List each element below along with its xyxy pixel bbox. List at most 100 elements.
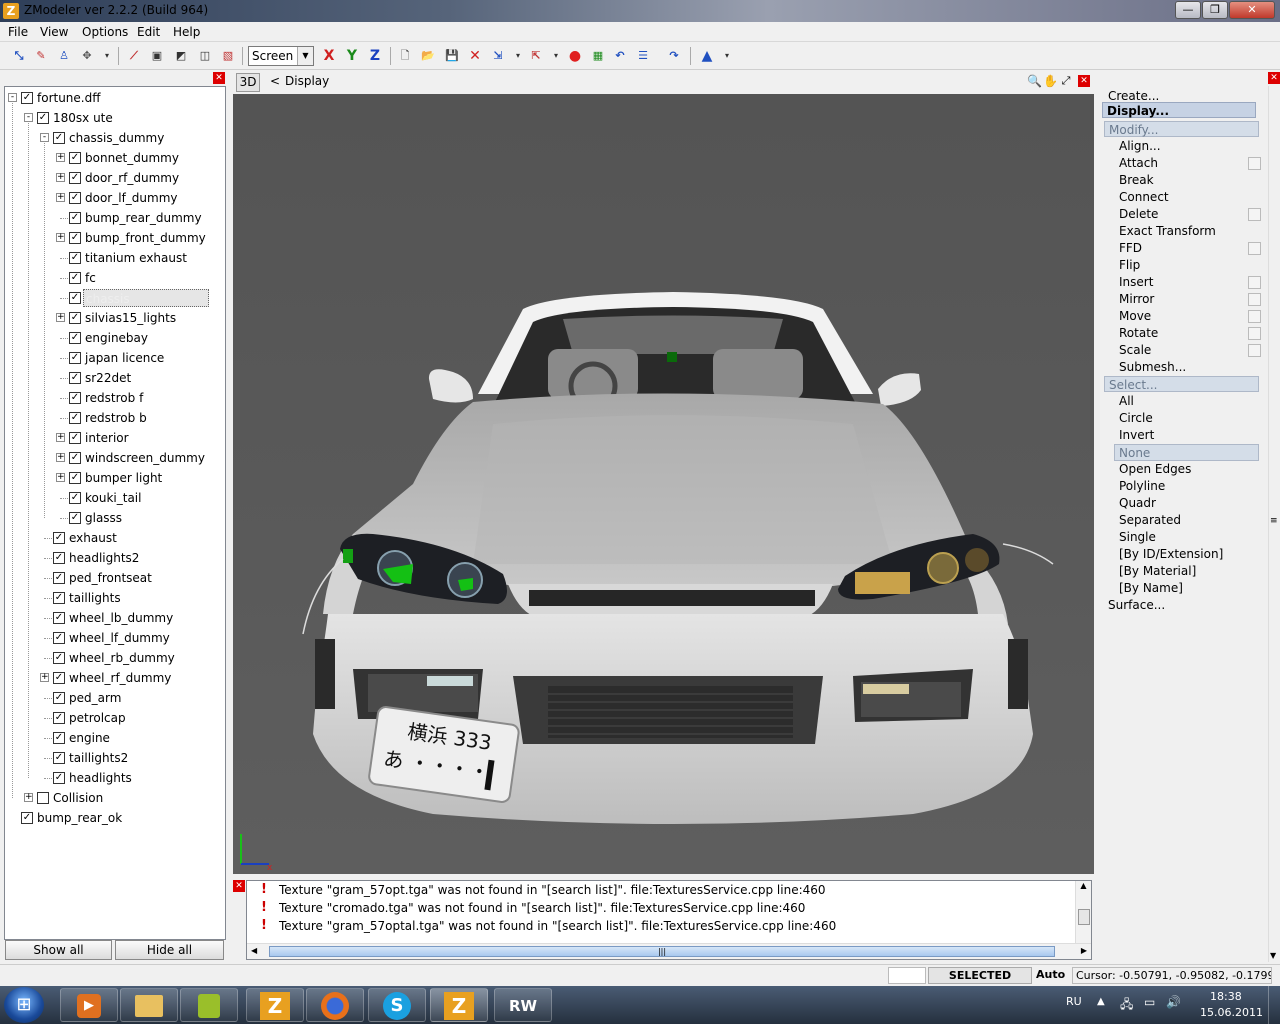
zmodeler-task-2[interactable]: Z (430, 988, 488, 1022)
visibility-checkbox[interactable] (37, 792, 49, 804)
log-vertical-scrollbar[interactable]: ▲ (1075, 881, 1091, 943)
visibility-checkbox[interactable]: ✓ (69, 412, 81, 424)
undo-icon[interactable]: ↶ (611, 47, 629, 65)
maximize-button[interactable]: ❐ (1202, 1, 1228, 19)
show-desktop-button[interactable] (1268, 986, 1280, 1024)
expand-icon[interactable]: + (56, 433, 65, 442)
scroll-thumb[interactable]: ||| (269, 946, 1055, 957)
cmd-display[interactable]: Display... (1102, 102, 1256, 118)
visibility-checkbox[interactable]: ✓ (53, 732, 65, 744)
3d-viewport[interactable]: 横浜 333 あ ・・・・ x (233, 94, 1094, 874)
modify-command[interactable]: Delete (1119, 206, 1158, 223)
modify-command[interactable]: Scale (1119, 342, 1151, 359)
tree-node[interactable]: + ✓ door_lf_dummy (56, 189, 220, 207)
expand-icon[interactable]: + (24, 793, 33, 802)
language-indicator[interactable]: RU (1066, 995, 1082, 1008)
volume-icon[interactable]: 🔊 (1166, 995, 1181, 1009)
visibility-checkbox[interactable]: ✓ (69, 512, 81, 524)
vertex-mode-icon[interactable]: ⟋ (125, 47, 143, 65)
move-tool-icon[interactable]: ✥ (78, 47, 96, 65)
minimize-button[interactable]: — (1175, 1, 1201, 19)
modify-command[interactable]: Align... (1119, 138, 1161, 155)
menu-edit[interactable]: Edit (137, 25, 160, 39)
scroll-up-icon[interactable]: ▲ (1076, 881, 1091, 890)
tool-dropdown-icon[interactable]: ▾ (98, 47, 116, 65)
select-command[interactable]: Separated (1119, 512, 1181, 529)
tree-node[interactable]: + ✓ wheel_rf_dummy (40, 669, 220, 687)
media-player-task[interactable]: ▶ (60, 988, 118, 1022)
modify-command[interactable]: Break (1119, 172, 1154, 189)
object-mode-icon[interactable]: ◫ (196, 47, 214, 65)
cmd-surface[interactable]: Surface... (1108, 597, 1165, 614)
pan-hand-icon[interactable]: ✋ (1043, 74, 1058, 88)
axis-x-toggle[interactable]: X (320, 47, 338, 65)
modify-command[interactable]: Exact Transform (1119, 223, 1216, 240)
gta-tool-task[interactable] (180, 988, 238, 1022)
menu-options[interactable]: Options (82, 25, 128, 39)
modify-command[interactable]: Connect (1119, 189, 1169, 206)
expand-icon[interactable]: + (40, 673, 49, 682)
modify-command[interactable]: Mirror (1119, 291, 1154, 308)
collapse-icon[interactable]: - (40, 133, 49, 142)
tab-3d[interactable]: 3D (236, 73, 260, 92)
tree-node[interactable]: ✓ fc (56, 269, 220, 287)
tree-node[interactable]: - ✓ fortune.dff (8, 89, 220, 107)
redo-icon[interactable]: ↷ (665, 47, 683, 65)
visibility-checkbox[interactable]: ✓ (37, 112, 49, 124)
tree-node[interactable]: ✓ bump_rear_ok (8, 809, 220, 827)
tree-node[interactable]: + ✓ windscreen_dummy (56, 449, 220, 467)
tree-node[interactable]: ✓ japan licence (56, 349, 220, 367)
object-select-icon[interactable]: ▧ (219, 47, 237, 65)
save-icon[interactable]: 💾 (443, 47, 461, 65)
auto-indicator[interactable]: Auto (1036, 968, 1065, 981)
close-viewport-icon[interactable]: ✕ (1078, 75, 1090, 87)
tree-node[interactable]: ✓ wheel_lb_dummy (40, 609, 220, 627)
visibility-checkbox[interactable]: ✓ (69, 352, 81, 364)
visibility-checkbox[interactable]: ✓ (53, 652, 65, 664)
modify-command[interactable]: Attach (1119, 155, 1158, 172)
modify-command[interactable]: Move (1119, 308, 1151, 325)
select-vertex-icon[interactable]: ⤡ (10, 47, 28, 65)
expand-icon[interactable]: + (56, 153, 65, 162)
log-horizontal-scrollbar[interactable]: ◀ ||| ▶ (247, 943, 1091, 959)
visibility-checkbox[interactable]: ✓ (69, 452, 81, 464)
visibility-checkbox[interactable]: ✓ (69, 432, 81, 444)
tree-node[interactable]: ✓ glasss (56, 509, 220, 527)
visibility-checkbox[interactable]: ✓ (69, 232, 81, 244)
axis-z-toggle[interactable]: Z (366, 47, 384, 65)
command-options-checkbox[interactable] (1248, 242, 1261, 255)
tree-node[interactable]: ✓ taillights (40, 589, 220, 607)
walk-icon[interactable]: ♙ (55, 47, 73, 65)
select-command[interactable]: Quadr (1119, 495, 1156, 512)
tree-node[interactable]: ✓ chassis (56, 289, 220, 307)
selected-mode-indicator[interactable]: SELECTED MODE (928, 967, 1032, 997)
expand-icon[interactable]: + (56, 233, 65, 242)
command-options-checkbox[interactable] (1248, 327, 1261, 340)
visibility-checkbox[interactable]: ✓ (53, 572, 65, 584)
expand-icon[interactable]: + (56, 313, 65, 322)
visibility-checkbox[interactable]: ✓ (69, 372, 81, 384)
visibility-checkbox[interactable]: ✓ (69, 152, 81, 164)
select-command[interactable]: Invert (1119, 427, 1154, 444)
tree-node[interactable]: ✓ sr22det (56, 369, 220, 387)
tree-node[interactable]: - ✓ 180sx ute (24, 109, 220, 127)
hide-all-button[interactable]: Hide all (115, 940, 224, 960)
maximize-view-icon[interactable]: ⤢ (1059, 74, 1073, 88)
tree-node[interactable]: ✓ wheel_rb_dummy (40, 649, 220, 667)
tree-node[interactable]: + ✓ silvias15_lights (56, 309, 220, 327)
menu-file[interactable]: File (8, 25, 28, 39)
visibility-checkbox[interactable]: ✓ (69, 212, 81, 224)
scroll-right-icon[interactable]: ▶ (1081, 946, 1087, 955)
cmd-select[interactable]: Select... (1104, 376, 1259, 392)
tree-node[interactable]: ✓ ped_frontseat (40, 569, 220, 587)
tree-node[interactable]: ✓ enginebay (56, 329, 220, 347)
scroll-thumb[interactable] (1078, 909, 1090, 925)
visibility-checkbox[interactable]: ✓ (69, 392, 81, 404)
tree-node[interactable]: ✓ headlights (40, 769, 220, 787)
close-log-panel-icon[interactable]: ✕ (233, 880, 245, 892)
modify-command[interactable]: Flip (1119, 257, 1140, 274)
export-icon[interactable]: ⇱ (527, 47, 545, 65)
visibility-checkbox[interactable]: ✓ (53, 672, 65, 684)
tree-node[interactable]: ✓ headlights2 (40, 549, 220, 567)
snap-dropdown-icon[interactable]: ▾ (718, 47, 736, 65)
